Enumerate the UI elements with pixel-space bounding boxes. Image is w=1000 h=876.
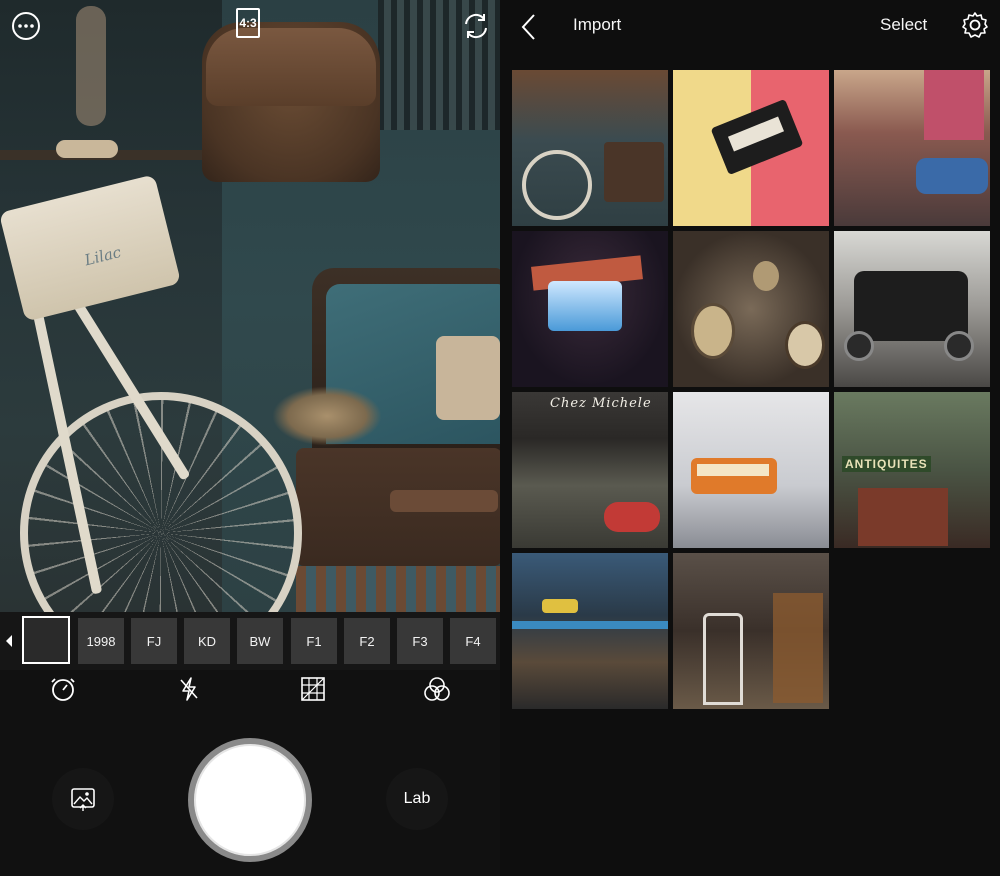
photo-thumbnail-cafe-chairs[interactable] bbox=[673, 553, 829, 709]
filter-bw[interactable]: BW bbox=[237, 618, 283, 664]
thumbnail-caption: ANTIQUITES bbox=[842, 456, 931, 472]
shutter-button[interactable] bbox=[188, 738, 312, 862]
more-options-button[interactable] bbox=[10, 10, 42, 42]
filter-f1[interactable]: F1 bbox=[291, 618, 337, 664]
filter-none[interactable] bbox=[22, 616, 70, 664]
filter-label: F1 bbox=[306, 633, 322, 649]
photo-thumbnail-retro-tv[interactable] bbox=[512, 231, 668, 387]
chevron-left-icon bbox=[521, 14, 535, 40]
photo-thumbnail-chez-michele[interactable]: Chez Michele bbox=[512, 392, 668, 548]
viewfinder-handlebar bbox=[56, 140, 118, 158]
camera-viewfinder[interactable]: Lilac bbox=[0, 0, 500, 612]
viewfinder-suitcase-handle bbox=[390, 490, 498, 512]
viewfinder-dried-flowers bbox=[272, 386, 382, 446]
viewfinder-bicycle-basket: Lilac bbox=[0, 174, 182, 322]
filter-1998[interactable]: 1998 bbox=[78, 618, 124, 664]
filter-f4[interactable]: F4 bbox=[450, 618, 496, 664]
photo-thumbnail-havana-street[interactable] bbox=[834, 70, 990, 226]
aspect-ratio-label: 4:3 bbox=[239, 16, 257, 30]
photo-thumbnail-vintage-car[interactable] bbox=[834, 231, 990, 387]
filter-label: BW bbox=[249, 633, 271, 649]
gear-icon bbox=[962, 12, 988, 38]
switch-camera-icon bbox=[465, 13, 487, 39]
flash-button[interactable] bbox=[174, 674, 204, 704]
filter-kd[interactable]: KD bbox=[184, 618, 230, 664]
camera-toolbar bbox=[0, 670, 500, 710]
viewfinder-carpet-bag bbox=[296, 566, 500, 612]
filter-f2[interactable]: F2 bbox=[344, 618, 390, 664]
select-button[interactable]: Select bbox=[880, 15, 927, 35]
photo-thumbnail-shop-window[interactable] bbox=[512, 553, 668, 709]
overlay-button[interactable] bbox=[422, 674, 452, 704]
filter-label: F4 bbox=[465, 633, 481, 649]
thumbnail-caption: Chez Michele bbox=[550, 396, 652, 411]
filter-label: FJ bbox=[146, 633, 162, 649]
photo-thumbnail-pocket-watches[interactable] bbox=[673, 231, 829, 387]
basket-text: Lilac bbox=[82, 242, 123, 270]
grid-button[interactable] bbox=[298, 674, 328, 704]
filter-fj[interactable]: FJ bbox=[131, 618, 177, 664]
aspect-ratio-button[interactable]: 4:3 bbox=[236, 8, 264, 40]
filter-label: 1998 bbox=[86, 633, 116, 649]
viewfinder-bag-flap bbox=[206, 28, 376, 106]
photo-thumbnail-antiquites[interactable]: ANTIQUITES bbox=[834, 392, 990, 548]
back-button[interactable] bbox=[514, 10, 544, 44]
timer-icon bbox=[51, 678, 75, 701]
lab-label: Lab bbox=[403, 790, 431, 807]
filter-strip-arrow[interactable] bbox=[0, 612, 18, 670]
lab-button[interactable]: Lab bbox=[386, 768, 448, 830]
gallery-import-icon bbox=[71, 788, 95, 811]
overlay-circles-icon bbox=[424, 677, 450, 701]
filter-strip[interactable]: 1998 FJ KD BW F1 F2 F3 F4 bbox=[0, 612, 500, 670]
photo-thumbnail-cassette[interactable] bbox=[673, 70, 829, 226]
timer-button[interactable] bbox=[48, 674, 78, 704]
viewfinder-mannequin-hand bbox=[76, 6, 106, 126]
filter-label: KD bbox=[197, 633, 217, 649]
photo-thumbnail-toy-bus[interactable] bbox=[673, 392, 829, 548]
page-title: Import bbox=[573, 15, 622, 34]
flash-off-icon bbox=[180, 677, 198, 701]
filter-label: F2 bbox=[359, 633, 375, 649]
gallery-import-button[interactable] bbox=[52, 768, 114, 830]
filter-label: F3 bbox=[412, 633, 428, 649]
switch-camera-button[interactable] bbox=[460, 10, 492, 42]
more-icon bbox=[12, 12, 40, 40]
photo-thumbnail-bicycle[interactable] bbox=[512, 70, 668, 226]
camera-screen: Lilac 4:3 1998 FJ KD BW F1 F2 F3 F4 Lab bbox=[0, 0, 500, 876]
viewfinder-old-photo bbox=[436, 336, 500, 420]
import-screen: Import Select Chez Michele ANTIQUITES bbox=[500, 0, 1000, 876]
filter-f3[interactable]: F3 bbox=[397, 618, 443, 664]
settings-button[interactable] bbox=[960, 10, 990, 40]
caret-left-icon bbox=[6, 635, 12, 647]
grid-icon bbox=[301, 677, 325, 701]
aspect-ratio-icon: 4:3 bbox=[236, 8, 260, 38]
